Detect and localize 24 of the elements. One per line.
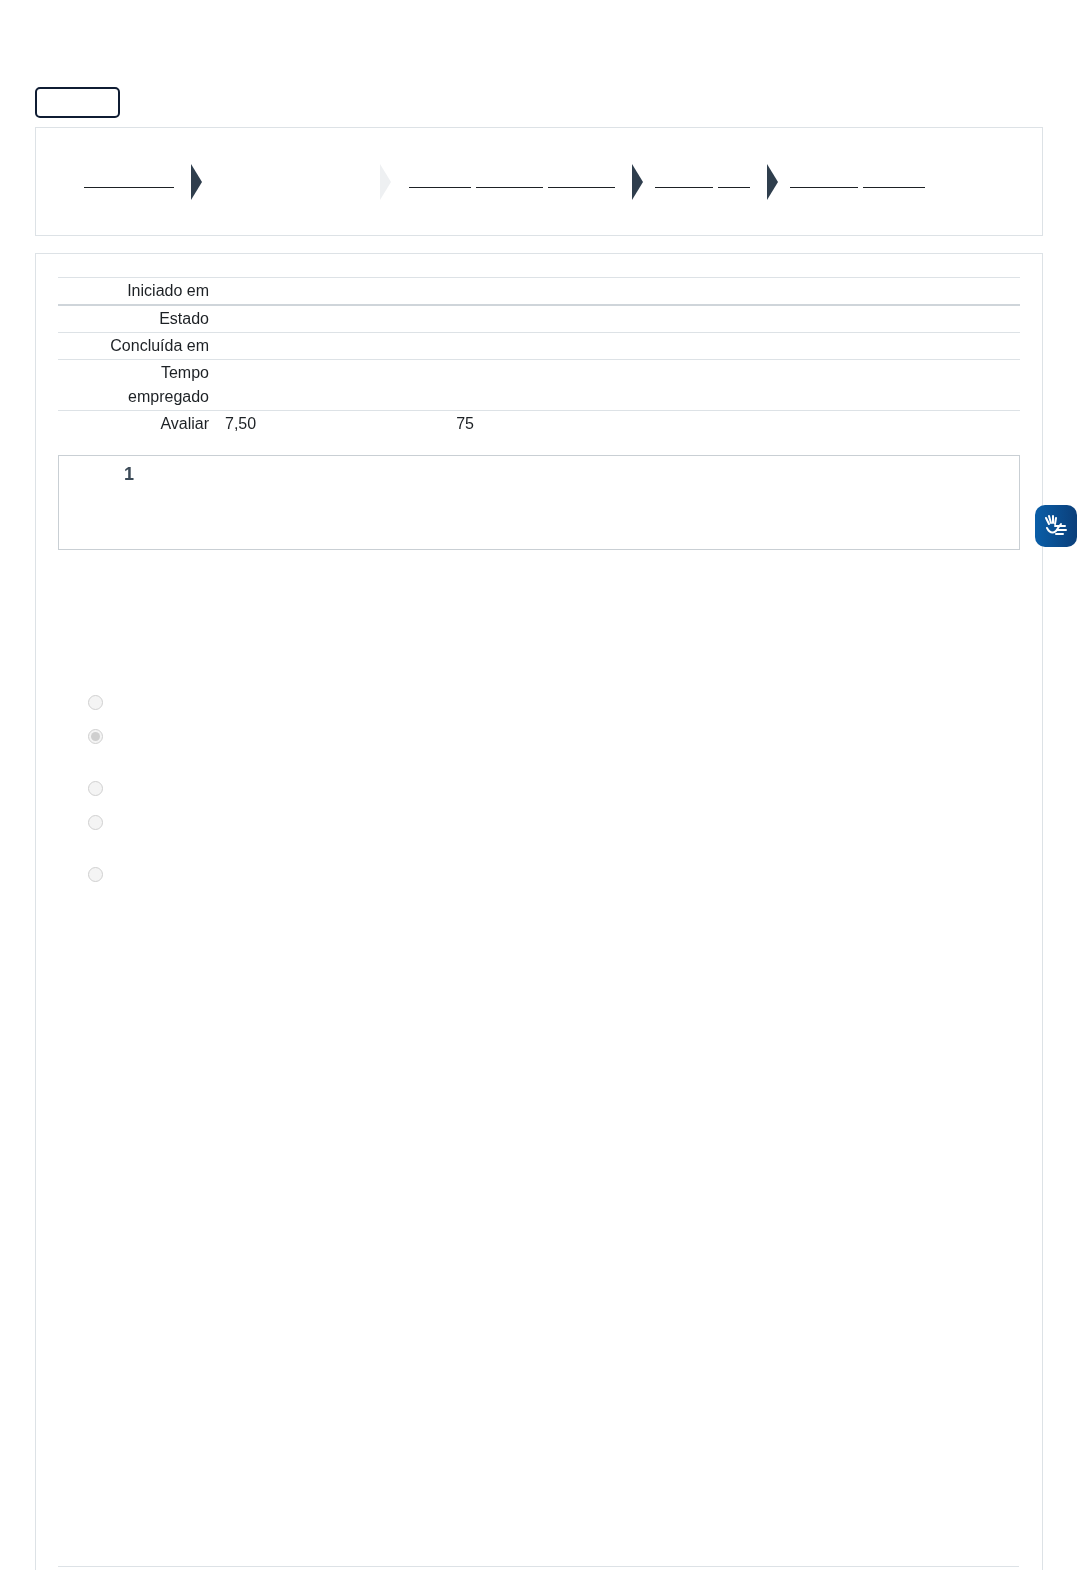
summary-label: Estado	[159, 309, 209, 329]
radio-button[interactable]	[88, 781, 103, 796]
link-underline[interactable]	[863, 186, 925, 188]
summary-value: 75	[456, 414, 474, 434]
radio-button[interactable]	[88, 695, 103, 710]
link-underline[interactable]	[655, 186, 713, 188]
link-underline[interactable]	[84, 186, 174, 188]
back-button[interactable]	[35, 87, 120, 118]
radio-button[interactable]	[88, 729, 103, 744]
summary-label: Concluída em	[110, 336, 209, 356]
radio-button[interactable]	[88, 867, 103, 882]
link-underline[interactable]	[790, 186, 858, 188]
summary-label: Tempo empregado	[127, 363, 209, 407]
link-underline[interactable]	[409, 186, 471, 188]
summary-label: Iniciado em	[127, 281, 209, 301]
sign-language-button[interactable]	[1035, 505, 1077, 547]
radio-button[interactable]	[88, 815, 103, 830]
hands-icon	[1043, 514, 1069, 538]
link-underline[interactable]	[718, 186, 750, 188]
link-underline[interactable]	[476, 186, 543, 188]
summary-value: 7,50	[225, 414, 257, 434]
question-number: 1	[124, 464, 134, 484]
link-underline[interactable]	[548, 186, 615, 188]
summary-label: Avaliar	[160, 414, 209, 434]
